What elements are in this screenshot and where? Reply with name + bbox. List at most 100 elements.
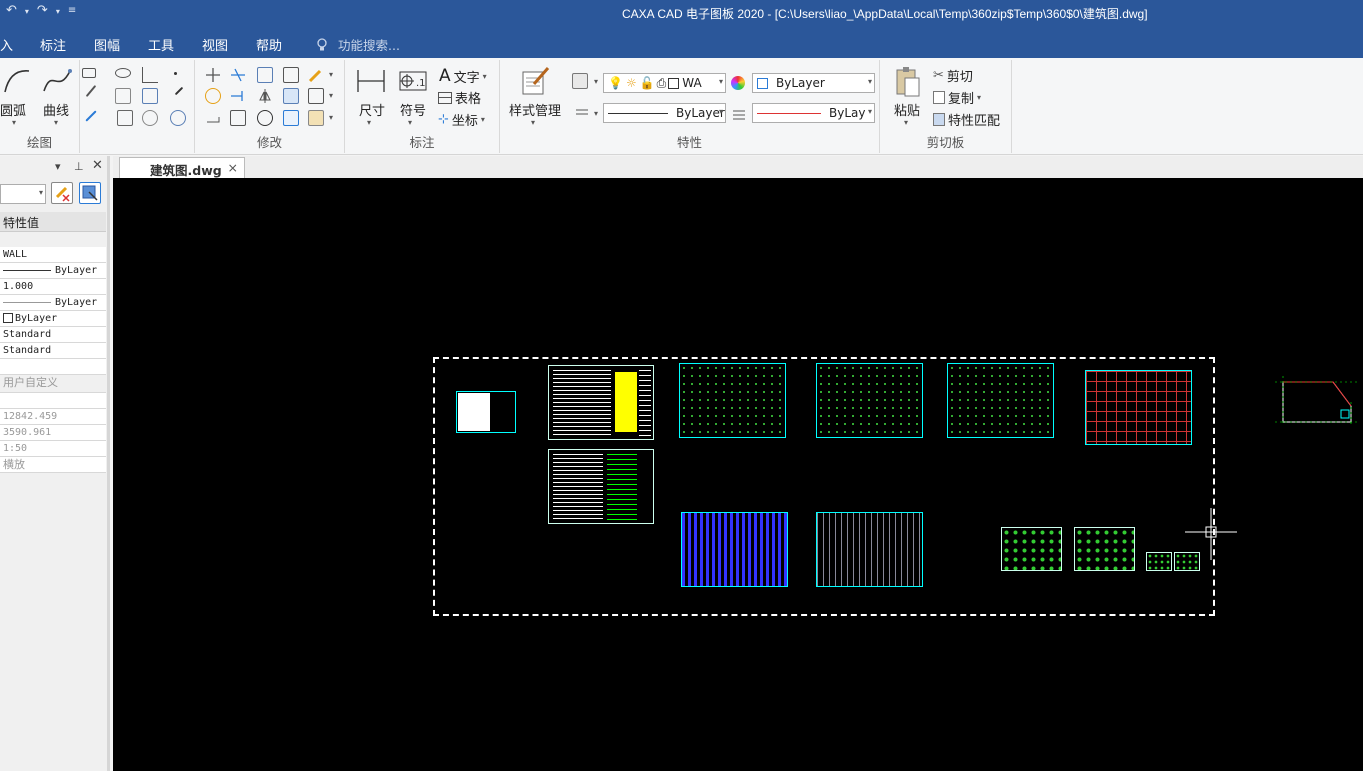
layer-manager-dropdown-icon[interactable]: ▾ [594,77,598,86]
paste-button[interactable]: 粘贴 [894,100,920,119]
stretch-icon[interactable] [205,110,221,126]
extend-icon[interactable] [230,88,246,104]
redo-dropdown-icon[interactable]: ▾ [56,7,60,18]
redo-icon[interactable]: ↷ [37,3,48,18]
menu-insert[interactable]: 入 [0,35,13,54]
point-icon[interactable] [174,72,177,75]
cut-button[interactable]: ✂ 剪切 [933,66,973,85]
sphere-icon[interactable] [170,110,186,126]
spline-icon[interactable] [142,110,158,126]
panel-menu-icon[interactable]: ▾ [55,160,61,173]
sheet-floor-plan-2[interactable] [816,363,923,438]
menu-help[interactable]: 帮助 [256,35,282,54]
edit-dropdown-icon[interactable]: ▾ [329,113,333,122]
copy-button[interactable]: 复制 ▾ [933,88,981,107]
color-property-row[interactable]: ByLayer [0,311,106,327]
arc-button[interactable]: 圆弧 [0,100,26,119]
lineweight-list-icon[interactable] [575,106,591,122]
style-manager-button[interactable]: 样式管理 [509,100,561,119]
edit-icon[interactable] [308,110,324,126]
rotate-icon[interactable] [205,88,221,104]
sheet-detail-3[interactable] [1146,552,1172,571]
linetype-scale-row[interactable]: 1.000 [0,279,106,295]
array-icon[interactable] [257,67,273,83]
match-properties-button[interactable]: 特性匹配 [933,110,1000,129]
trim-icon[interactable] [230,67,246,83]
explode-dropdown-icon[interactable]: ▾ [329,91,333,100]
site-outline-drawing[interactable] [1273,374,1359,430]
hatch-icon[interactable] [142,88,158,104]
tab-drawing[interactable]: 建筑图.dwg × [119,157,245,178]
table-button[interactable]: 表格 [438,88,481,107]
brush-icon[interactable] [308,67,324,83]
centerline-icon[interactable] [85,110,97,122]
menu-annotate[interactable]: 标注 [40,35,66,54]
text-button[interactable]: A 文字 ▾ [439,66,487,86]
drawing-canvas[interactable] [113,178,1363,771]
sheet-detail-1[interactable] [1001,527,1062,571]
mirror-icon[interactable] [257,88,273,104]
explode-icon[interactable] [308,88,324,104]
function-search[interactable]: 功能搜索... [316,35,400,54]
sheet-notes-2[interactable] [548,449,654,524]
ellipse-icon[interactable] [115,68,131,78]
arc-dropdown-icon[interactable]: ▾ [12,118,16,127]
linetype-combo[interactable]: ByLayer ▾ [603,103,726,123]
arrow-icon[interactable] [174,86,184,96]
angle-icon[interactable] [142,67,158,83]
sheet-detail-2[interactable] [1074,527,1135,571]
quick-select-icon[interactable] [79,182,101,204]
paste-dropdown-icon[interactable]: ▾ [904,118,908,127]
sheet-elevation-2[interactable] [816,512,923,587]
layer-manager-icon[interactable] [572,73,588,89]
dimension-style-row[interactable]: Standard [0,343,106,359]
rectangle-icon[interactable] [82,68,96,78]
symbol-button[interactable]: 符号 [400,100,426,119]
symbol-dropdown-icon[interactable]: ▾ [408,118,412,127]
layer-combo[interactable]: 💡 ☼ 🔓 ⎙ WA ▾ [603,73,726,93]
undo-dropdown-icon[interactable]: ▾ [25,7,29,18]
dimension-dropdown-icon[interactable]: ▾ [367,118,371,127]
sheet-floor-plan-1[interactable] [679,363,786,438]
customize-icon[interactable]: ≡ [68,5,76,18]
curve-button[interactable]: 曲线 [43,100,69,119]
lineweight-icon[interactable] [732,107,748,123]
menu-sheet[interactable]: 图幅 [94,35,120,54]
curve-dropdown-icon[interactable]: ▾ [54,118,58,127]
line-icon[interactable] [85,84,97,98]
break-icon[interactable] [283,67,299,83]
tab-close-icon[interactable]: × [228,160,238,175]
color-combo[interactable]: ByLayer ▾ [752,73,875,93]
lineweight-property-row[interactable]: ByLayer [0,295,106,311]
layer-property-row[interactable]: WALL [0,247,106,263]
sheet-floor-plan-3[interactable] [947,363,1054,438]
rotate-copy-icon[interactable] [257,110,273,126]
clear-selection-icon[interactable] [51,182,73,204]
sheet-cover[interactable] [456,391,516,433]
dimension-button[interactable]: 尺寸 [359,100,385,119]
move-icon[interactable] [205,67,221,83]
object-filter-combo[interactable]: ▾ [0,184,46,204]
sheet-roof-plan[interactable] [1085,370,1192,445]
curve-icon [43,69,72,92]
brush-dropdown-icon[interactable]: ▾ [329,70,333,79]
coordinate-button[interactable]: ⊹ 坐标 ▾ [438,110,485,129]
text-style-row[interactable]: Standard [0,327,106,343]
block-icon[interactable] [117,110,133,126]
polygon-icon[interactable] [115,88,131,104]
lineweight-combo[interactable]: ByLay ▾ [752,103,875,123]
lineweight-list-dropdown-icon[interactable]: ▾ [594,109,598,118]
color-wheel-icon[interactable] [731,76,745,90]
panel-close-icon[interactable]: ✕ [92,158,103,173]
fillet-icon[interactable] [230,110,246,126]
scale-icon[interactable] [283,110,299,126]
sheet-notes-1[interactable] [548,365,654,440]
sheet-elevation-1[interactable] [681,512,788,587]
offset-icon[interactable] [283,88,299,104]
menu-tools[interactable]: 工具 [148,35,174,54]
linetype-property-row[interactable]: ByLayer [0,263,106,279]
menu-view[interactable]: 视图 [202,35,228,54]
style-manager-dropdown-icon[interactable]: ▾ [531,118,535,127]
undo-icon[interactable]: ↶ [6,3,17,18]
pin-icon[interactable]: ⊥ [74,160,84,173]
